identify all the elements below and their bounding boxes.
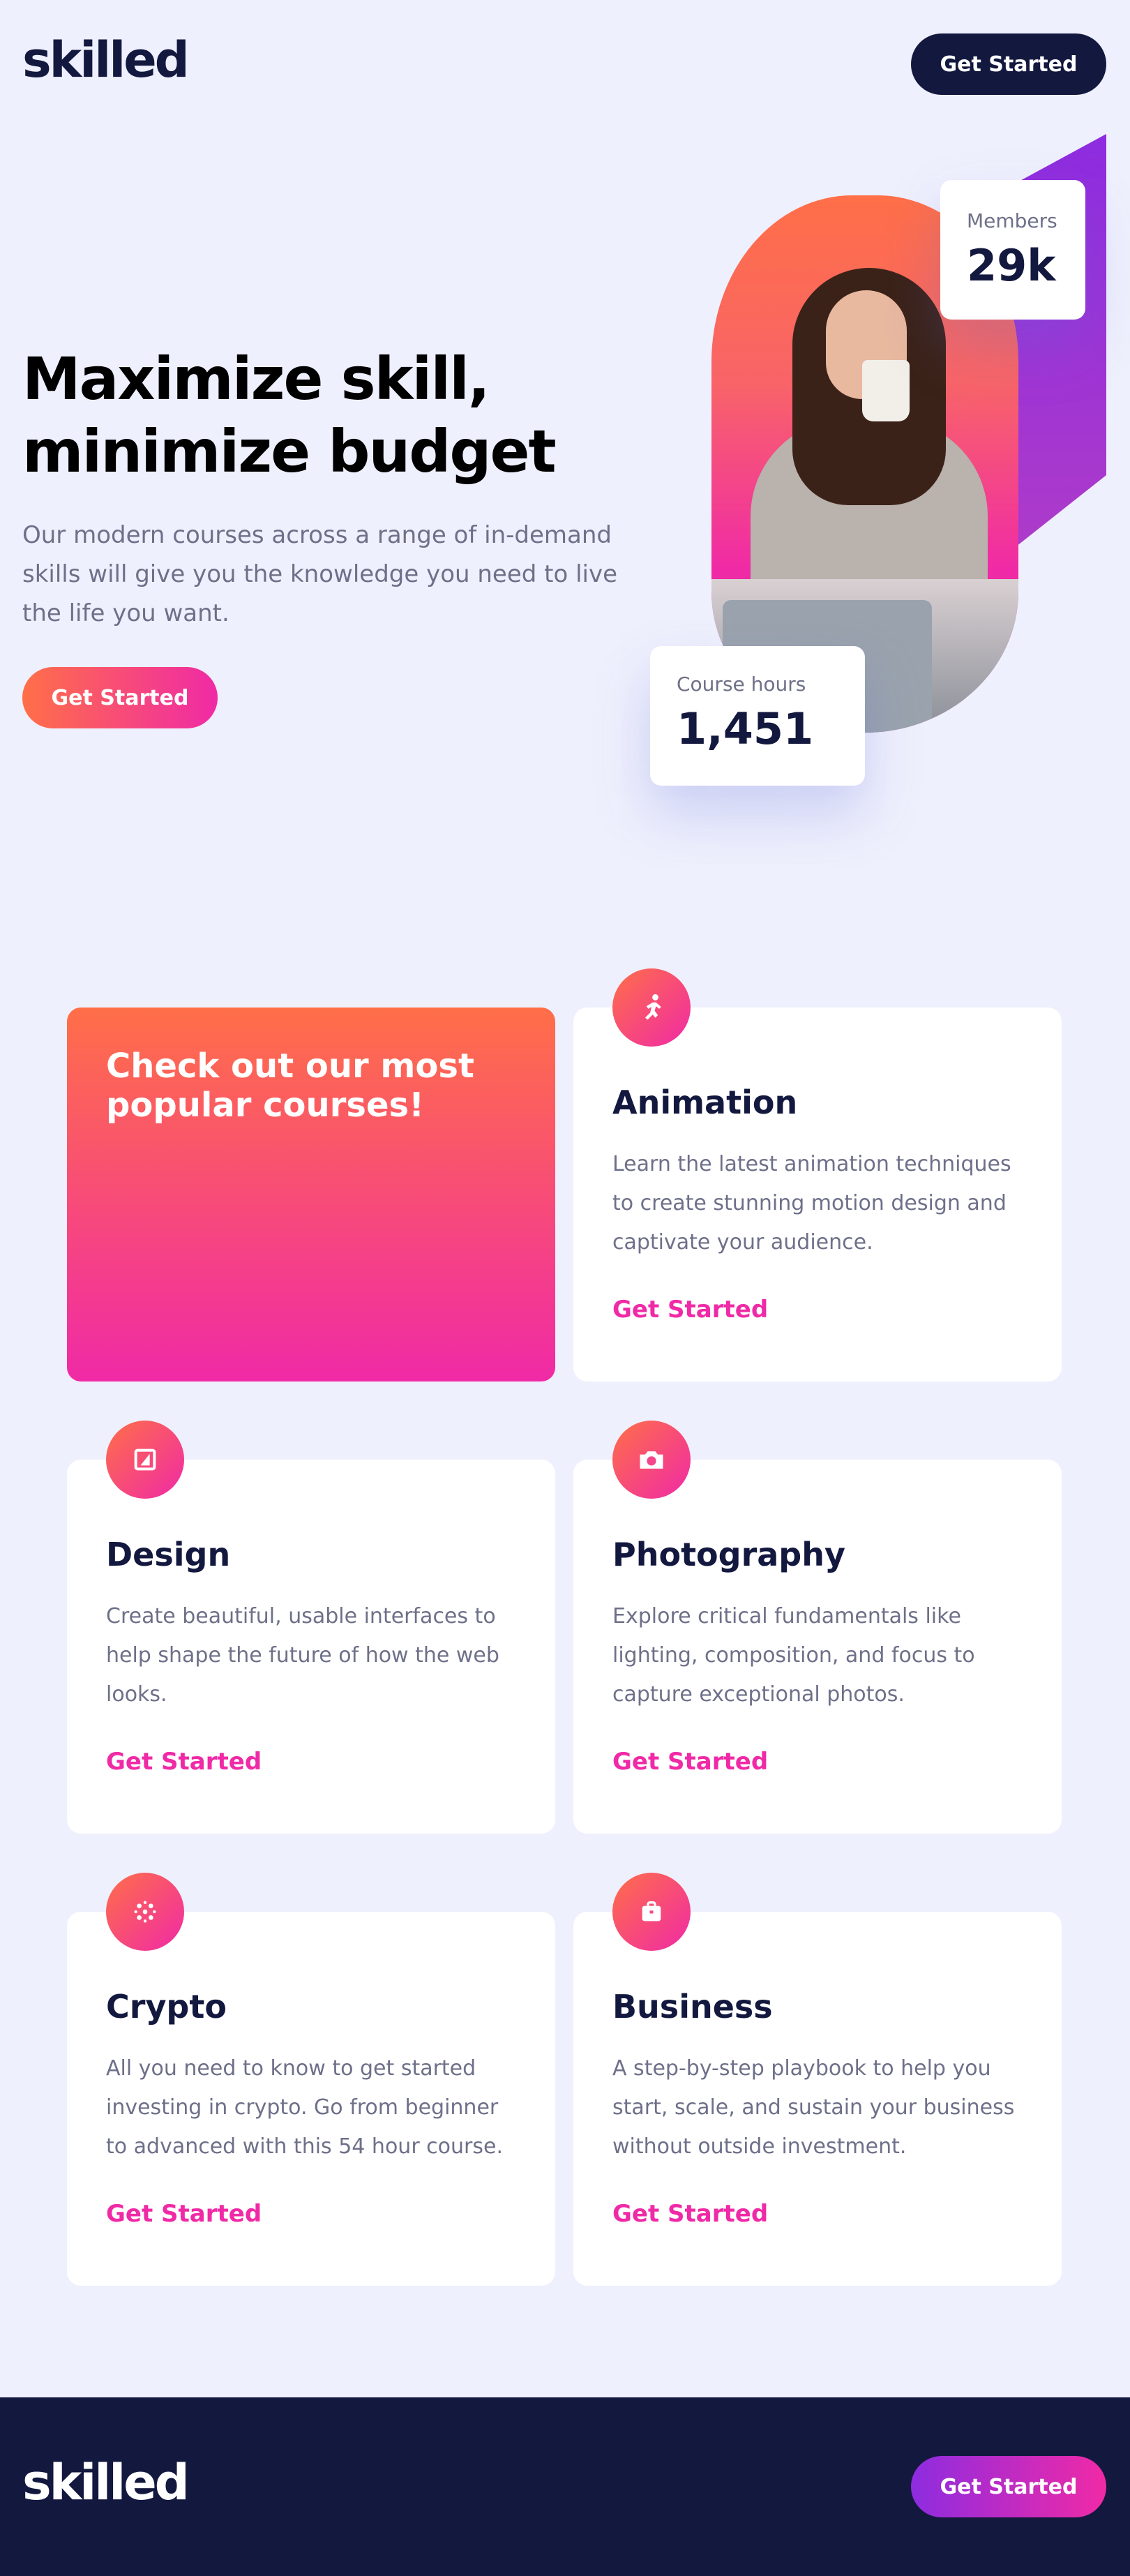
course-description: A step-by-step playbook to help you star…: [612, 2055, 1015, 2159]
course-title: Business: [612, 1990, 773, 2026]
course-get-started-link[interactable]: Get Started: [612, 1748, 768, 1776]
hero-visual: Members 29k Course hours 1,451: [0, 0, 1130, 837]
course-hours-stat-card: Course hours 1,451: [650, 646, 865, 786]
main-section: skilled Get Started Maximize skill, mini…: [0, 0, 1130, 2397]
members-label: Members: [967, 211, 1057, 233]
course-card-photography: Photography Explore critical fundamental…: [573, 1421, 1062, 1834]
course-title: Design: [106, 1538, 231, 1574]
popular-courses-card: Check out our most popular courses!: [67, 1008, 555, 1381]
course-card-design: Design Create beautiful, usable interfac…: [67, 1421, 555, 1834]
course-title: Crypto: [106, 1990, 227, 2026]
crypto-icon: [106, 1873, 184, 1951]
members-value: 29k: [967, 241, 1056, 292]
course-get-started-link[interactable]: Get Started: [106, 2201, 262, 2229]
page: skilled Get Started Maximize skill, mini…: [0, 0, 1130, 2576]
course-card-crypto: Crypto All you need to know to get start…: [67, 1873, 555, 2286]
course-title: Animation: [612, 1086, 798, 1122]
course-description: All you need to know to get started inve…: [106, 2055, 504, 2159]
course-get-started-link[interactable]: Get Started: [106, 1748, 262, 1776]
design-icon: [106, 1421, 184, 1499]
course-card-animation: Animation Learn the latest animation tec…: [573, 968, 1062, 1381]
footer-get-started-button[interactable]: Get Started: [911, 2456, 1106, 2517]
course-description: Create beautiful, usable interfaces to h…: [106, 1603, 499, 1707]
course-hours-label: Course hours: [677, 674, 806, 696]
course-get-started-link[interactable]: Get Started: [612, 2201, 768, 2229]
members-stat-card: Members 29k: [940, 180, 1085, 320]
footer: skilled Get Started: [0, 2397, 1130, 2576]
course-get-started-link[interactable]: Get Started: [612, 1296, 768, 1324]
course-card-business: Business A step-by-step playbook to help…: [573, 1873, 1062, 2286]
running-figure-icon: [612, 968, 691, 1047]
course-description: Learn the latest animation techniques to…: [612, 1151, 1011, 1255]
briefcase-icon: [612, 1873, 691, 1951]
course-description: Explore critical fundamentals like light…: [612, 1603, 975, 1707]
coffee-mug: [862, 360, 910, 421]
footer-logo[interactable]: skilled: [22, 2456, 190, 2512]
popular-courses-title: Check out our most popular courses!: [106, 1047, 474, 1125]
course-title: Photography: [612, 1538, 845, 1574]
course-hours-value: 1,451: [677, 705, 814, 755]
camera-icon: [612, 1421, 691, 1499]
